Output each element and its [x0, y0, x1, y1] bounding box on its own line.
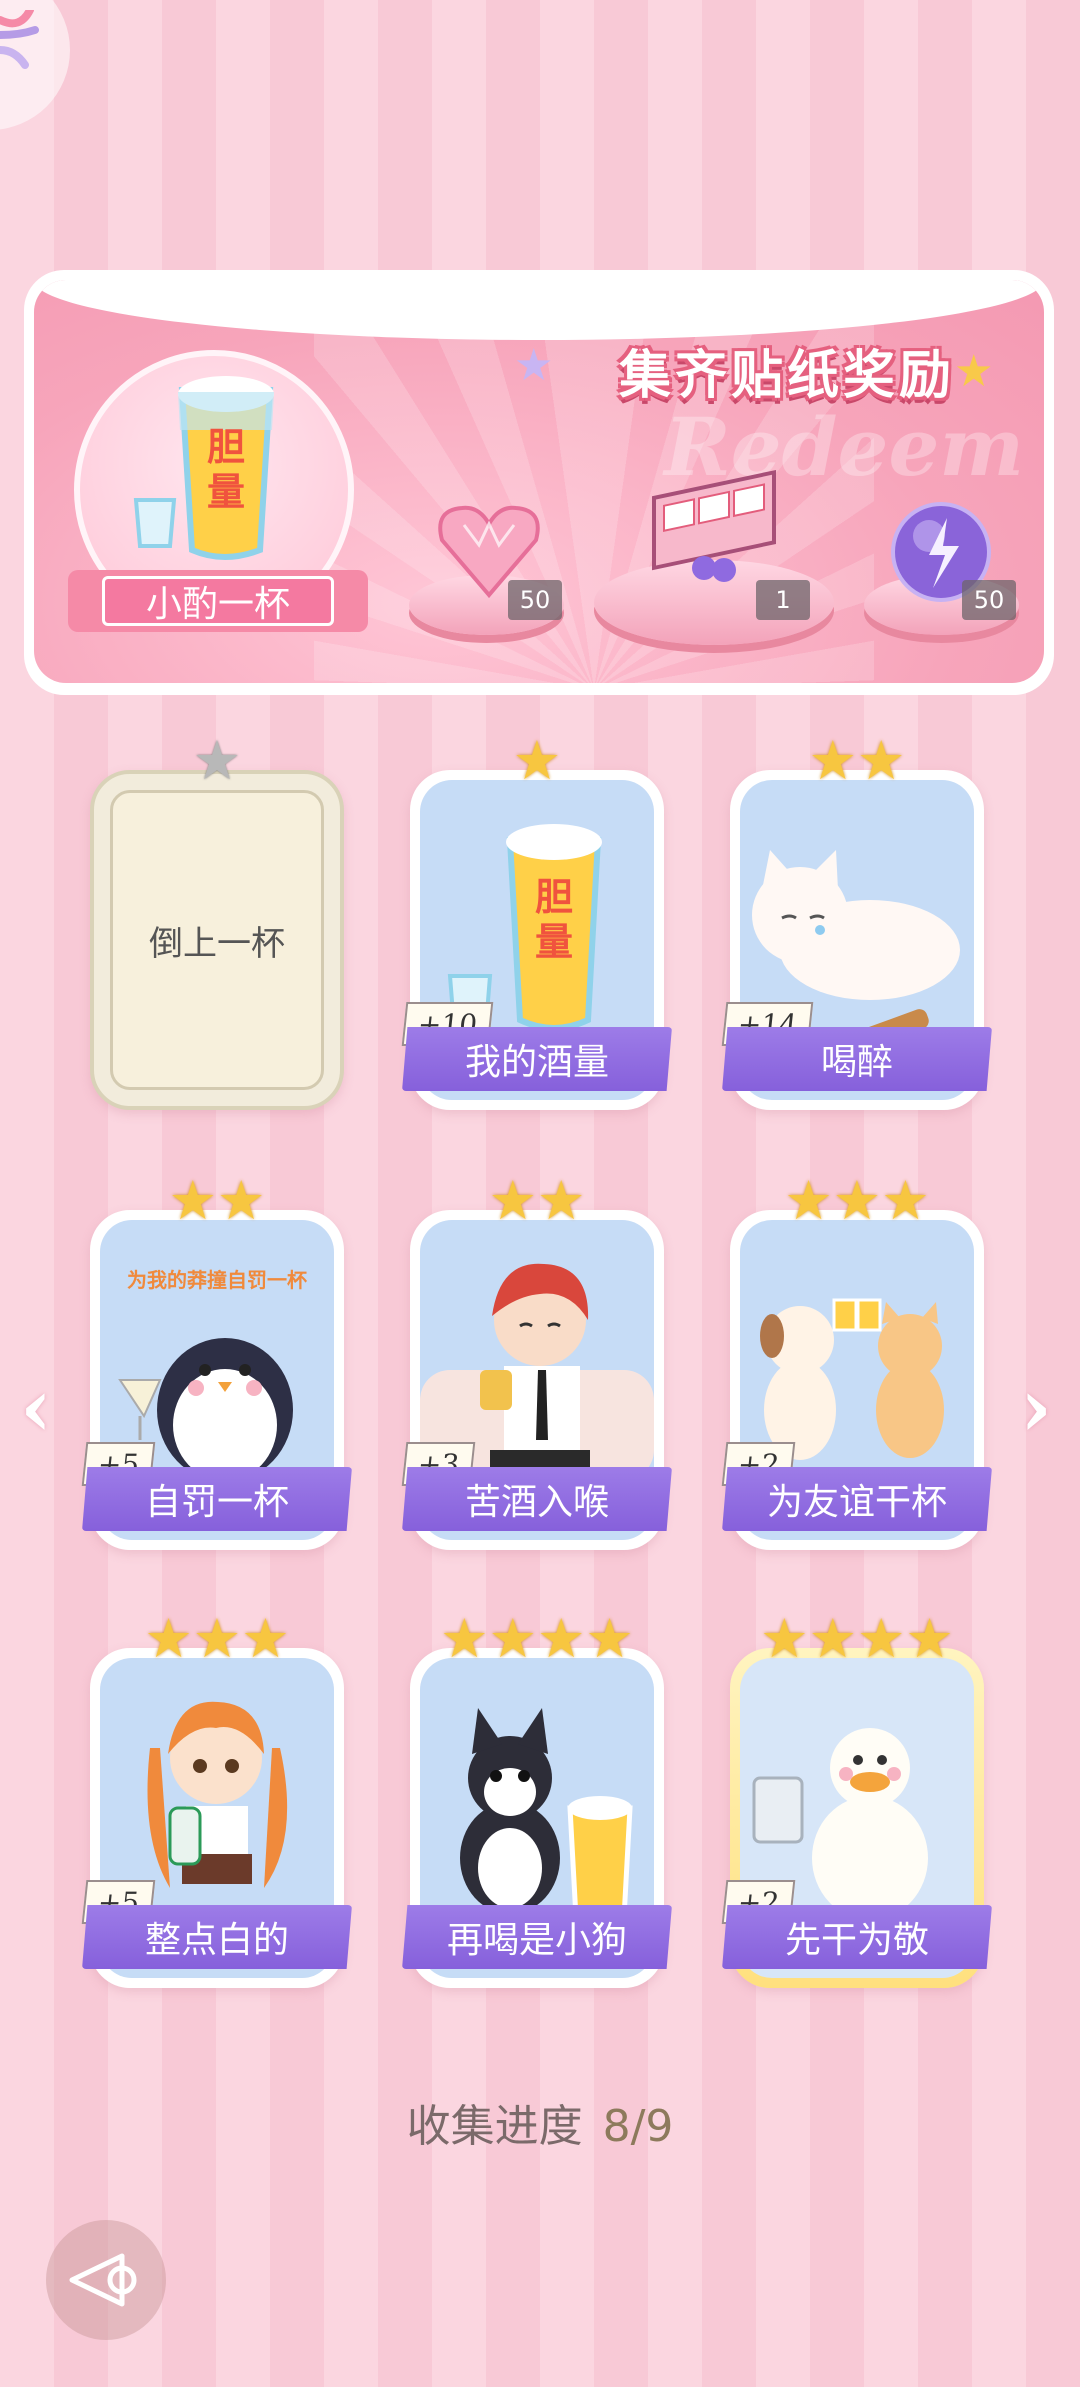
card-title: 为友谊干杯	[722, 1467, 992, 1531]
reward-qty: 1	[756, 580, 810, 620]
svg-text:量: 量	[207, 470, 245, 514]
feature-label: 小酌一杯	[68, 570, 368, 632]
sticker-card[interactable]: ★ ★ +14 喝醉	[721, 734, 992, 1110]
menu-icon	[0, 10, 39, 69]
card-title: 整点白的	[82, 1905, 352, 1969]
back-arrow-icon	[69, 2253, 137, 2307]
menu-button[interactable]	[0, 0, 70, 130]
progress-label: 收集进度	[406, 2101, 583, 2152]
star-rating: ★ ★ ★	[144, 1607, 290, 1670]
reward-banner: Redeem 胆 量 小酌一杯 集齐贴纸奖励 ★ ★ 50 1 50	[24, 270, 1054, 695]
star-rating: ★ ★ ★ ★	[440, 1607, 634, 1670]
prev-page-arrow[interactable]: ‹	[20, 1360, 52, 1454]
sticker-card[interactable]: ★ ★ +3 苦酒入喉	[401, 1174, 672, 1550]
card-title: 再喝是小狗	[402, 1905, 672, 1969]
sticker-card[interactable]: ★ ★ ★ +2 为友谊干杯	[721, 1174, 992, 1550]
card-title: 苦酒入喉	[402, 1467, 672, 1531]
card-title: 自罚一杯	[82, 1467, 352, 1531]
card-caption: 为我的莽撞自罚一杯	[127, 1268, 307, 1292]
svg-text:胆: 胆	[535, 875, 573, 919]
card-title: 我的酒量	[402, 1027, 672, 1091]
sticker-card[interactable]: ★ ★ ★ ★ +2 先干为敬	[721, 1612, 992, 1988]
banner-title: 集齐贴纸奖励	[619, 345, 956, 406]
collection-progress: 收集进度 8/9	[0, 2090, 1080, 2154]
star-rating: ★ ★	[808, 729, 906, 792]
star-rating: ★	[192, 729, 242, 792]
progress-value: 8/9	[602, 2101, 674, 2152]
sticker-card[interactable]: ★ ★ ★ ★ 再喝是小狗	[402, 1612, 672, 1988]
svg-text:量: 量	[535, 920, 573, 964]
sticker-card[interactable]: 倒上一杯 ★	[90, 734, 344, 1110]
reward-qty: 50	[508, 580, 562, 620]
next-page-arrow[interactable]: ›	[1020, 1360, 1052, 1454]
svg-text:胆: 胆	[207, 425, 245, 469]
gold-star-icon: ★	[954, 346, 994, 397]
reward-qty: 50	[962, 580, 1016, 620]
star-rating: ★	[512, 729, 562, 792]
sticker-card[interactable]: 胆 量 ★ +10 我的酒量	[401, 734, 672, 1110]
purple-star-icon: ★	[514, 340, 554, 391]
star-rating: ★ ★	[488, 1169, 586, 1232]
gift-box-icon[interactable]	[644, 460, 794, 590]
sticker-card[interactable]: 为我的莽撞自罚一杯 ★ ★ +5 自罚一杯	[81, 1174, 352, 1550]
star-rating: ★ ★	[168, 1169, 266, 1232]
card-title: 先干为敬	[722, 1905, 992, 1969]
star-rating: ★ ★ ★ ★	[760, 1607, 954, 1670]
card-title: 喝醉	[722, 1027, 992, 1091]
star-rating: ★ ★ ★	[784, 1169, 930, 1232]
back-button[interactable]	[46, 2220, 166, 2340]
sticker-card[interactable]: ★ ★ ★ +5 整点白的	[81, 1612, 352, 1988]
